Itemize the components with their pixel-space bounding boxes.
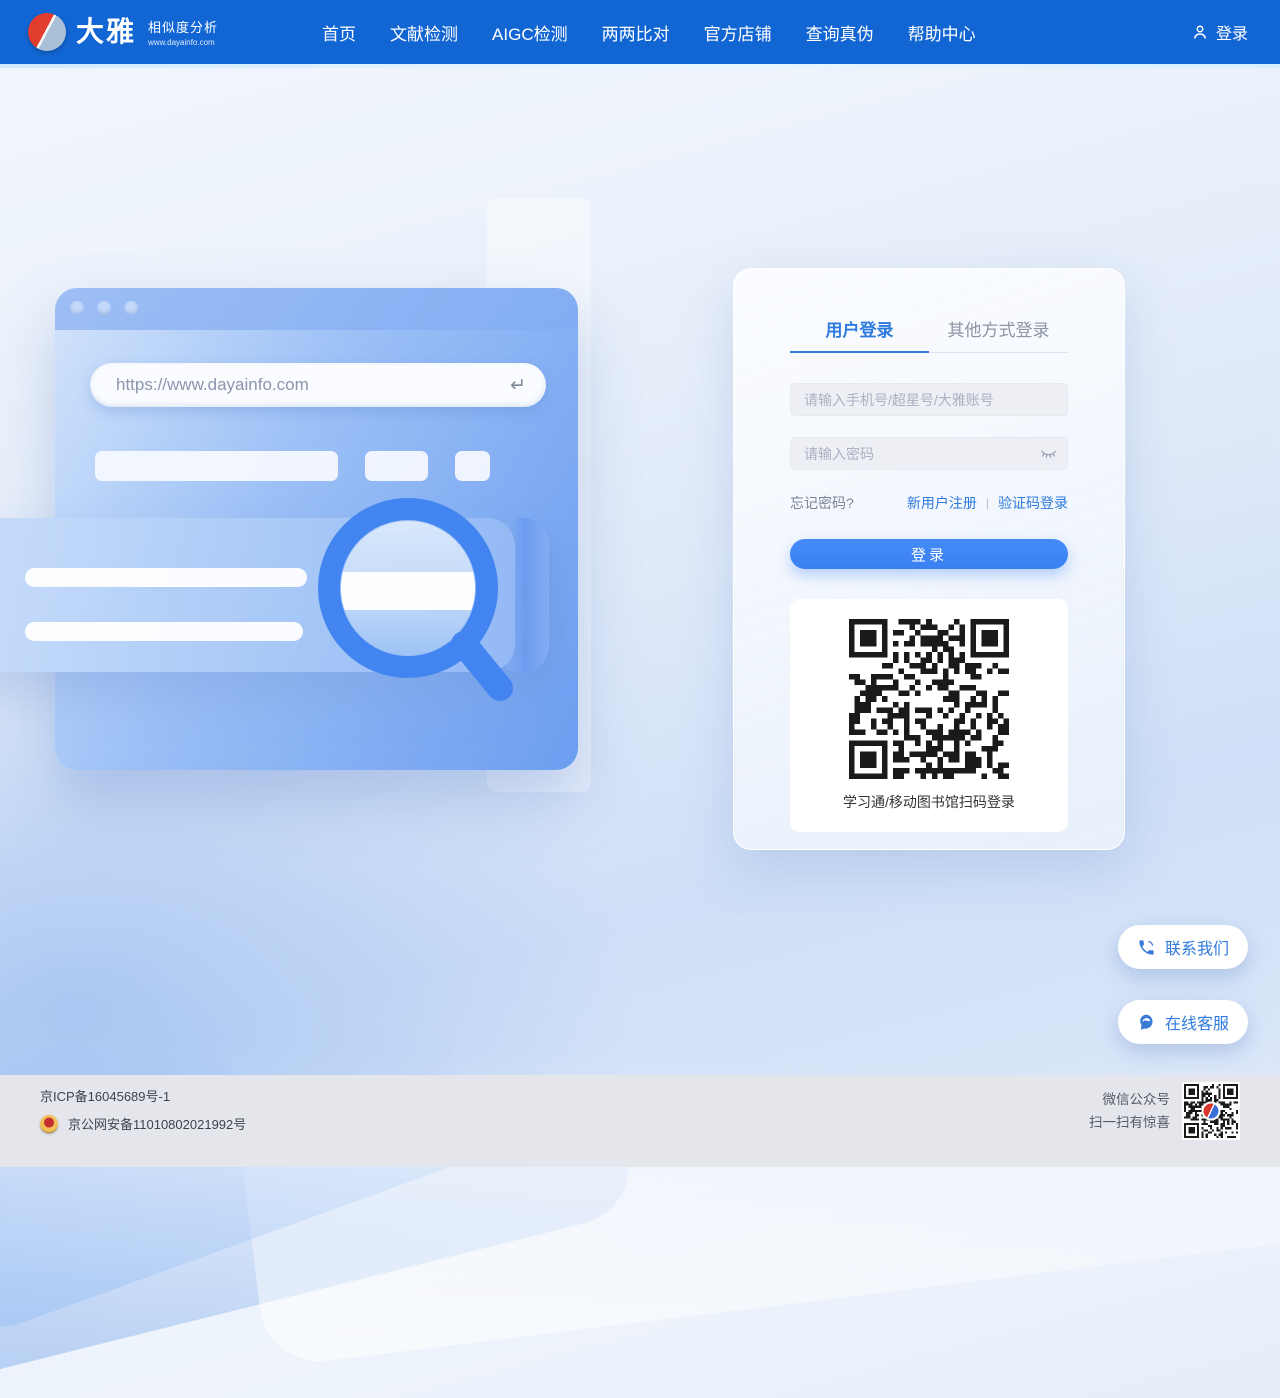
magnifying-glass-icon [318, 498, 513, 701]
register-links-group: 新用户注册 | 验证码登录 [907, 493, 1068, 513]
login-card: 用户登录 其他方式登录 忘记密码? 新用户注册 | 验证码登录 登录 学习通/移… [733, 268, 1125, 850]
skeleton-bar [365, 451, 428, 481]
account-input[interactable] [790, 383, 1068, 416]
link-divider: | [985, 496, 989, 510]
document-text-line [25, 622, 303, 641]
header-login-label: 登录 [1215, 26, 1248, 43]
sms-login-link[interactable]: 验证码登录 [998, 493, 1068, 513]
phone-icon [1137, 938, 1156, 957]
customer-service-icon [1137, 1013, 1156, 1032]
enter-key-icon: ↵ [510, 374, 526, 396]
nav-item-home[interactable]: 首页 [322, 20, 356, 45]
login-submit-button[interactable]: 登录 [790, 539, 1068, 569]
illustration-url-bar: https://www.dayainfo.com ↵ [90, 363, 546, 407]
footer-right: 微信公众号 扫一扫有惊喜 [1089, 1082, 1240, 1140]
police-emblem-icon [40, 1114, 58, 1133]
nav-item-help-center[interactable]: 帮助中心 [908, 20, 976, 45]
login-tabs: 用户登录 其他方式登录 [790, 319, 1068, 353]
forgot-password-link[interactable]: 忘记密码? [790, 493, 854, 513]
wechat-line2: 扫一扫有惊喜 [1089, 1115, 1170, 1130]
brand-logo[interactable]: 大雅 相似度分析 www.dayainfo.com [28, 13, 218, 51]
contact-us-button[interactable]: 联系我们 [1118, 925, 1248, 969]
register-link[interactable]: 新用户注册 [907, 493, 977, 513]
window-dot-icon [97, 301, 111, 315]
illustration-url-text: https://www.dayainfo.com [116, 375, 309, 394]
nav-item-pairwise-compare[interactable]: 两两比对 [602, 20, 670, 45]
active-tab-underline [790, 351, 929, 353]
skeleton-bar [95, 451, 338, 481]
qr-login-panel: 学习通/移动图书馆扫码登录 [790, 599, 1068, 832]
eye-closed-icon[interactable] [1040, 448, 1057, 460]
account-field-wrapper [790, 383, 1068, 416]
online-service-button[interactable]: 在线客服 [1118, 1000, 1248, 1044]
page-footer: 京ICP备16045689号-1 京公网安备11010802021992号 微信… [0, 1075, 1280, 1167]
footer-left: 京ICP备16045689号-1 京公网安备11010802021992号 [40, 1088, 246, 1133]
header-login-button[interactable]: 登录 [1191, 20, 1248, 44]
brand-subtitle-block: 相似度分析 www.dayainfo.com [148, 17, 218, 47]
top-navbar: 大雅 相似度分析 www.dayainfo.com 首页 文献检测 AIGC检测… [0, 0, 1280, 64]
window-dot-icon [124, 301, 138, 315]
police-record-link[interactable]: 京公网安备11010802021992号 [40, 1114, 246, 1133]
nav-item-aigc-check[interactable]: AIGC检测 [492, 20, 568, 45]
brand-name: 大雅 [76, 16, 137, 47]
header-highlight-strip [0, 64, 1280, 68]
user-icon [1191, 23, 1209, 41]
daya-logo-icon [28, 13, 66, 51]
window-dot-icon [70, 301, 84, 315]
nav-item-literature-check[interactable]: 文献检测 [390, 20, 458, 45]
qr-caption: 学习通/移动图书馆扫码登录 [843, 794, 1015, 810]
wechat-qr-code [1182, 1082, 1240, 1140]
document-text-line [25, 568, 307, 587]
login-links-row: 忘记密码? 新用户注册 | 验证码登录 [790, 493, 1068, 513]
illustration-browser-titlebar [55, 288, 578, 330]
contact-us-label: 联系我们 [1164, 941, 1229, 958]
password-field-wrapper [790, 437, 1068, 470]
icp-record-text: 京ICP备16045689号-1 [40, 1089, 171, 1104]
brand-url: www.dayainfo.com [148, 38, 215, 47]
online-service-label: 在线客服 [1164, 1016, 1229, 1033]
password-input[interactable] [790, 437, 1068, 470]
skeleton-bar [455, 451, 490, 481]
police-record-text: 京公网安备11010802021992号 [68, 1117, 247, 1132]
main-nav: 首页 文献检测 AIGC检测 两两比对 官方店铺 查询真伪 帮助中心 [322, 20, 976, 45]
login-qr-code [849, 619, 1009, 779]
wechat-text-block: 微信公众号 扫一扫有惊喜 [1089, 1088, 1170, 1134]
daya-logo-icon [1201, 1101, 1221, 1121]
tab-user-login[interactable]: 用户登录 [790, 319, 929, 352]
tab-other-login[interactable]: 其他方式登录 [929, 319, 1068, 352]
nav-item-official-store[interactable]: 官方店铺 [704, 20, 772, 45]
wechat-line1: 微信公众号 [1102, 1092, 1171, 1107]
nav-item-verify[interactable]: 查询真伪 [806, 20, 874, 45]
brand-subtitle: 相似度分析 [148, 20, 219, 35]
